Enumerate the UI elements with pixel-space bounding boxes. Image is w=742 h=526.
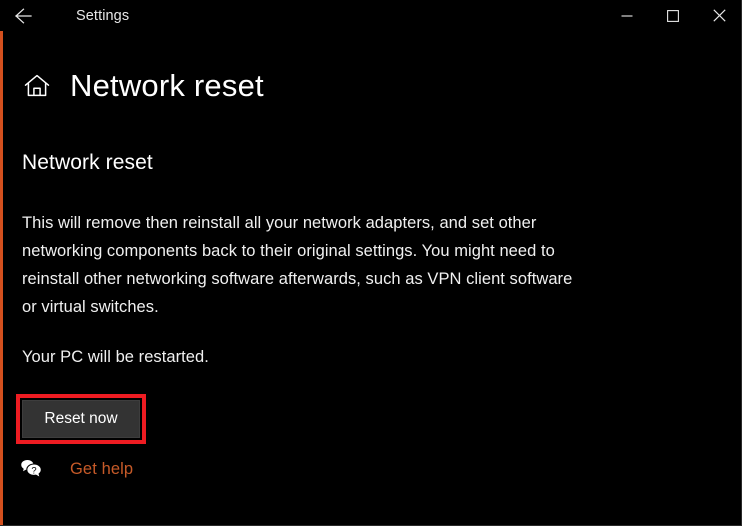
reset-now-button[interactable]: Reset now bbox=[22, 400, 140, 438]
maximize-icon bbox=[667, 9, 679, 22]
restart-note-text: Your PC will be restarted. bbox=[22, 348, 209, 367]
home-icon[interactable] bbox=[22, 71, 52, 101]
settings-window: Settings Network reset Network reset Thi… bbox=[0, 0, 742, 526]
left-accent-stripe bbox=[0, 31, 3, 525]
window-controls bbox=[604, 0, 741, 31]
main-content: Network reset This will remove then rein… bbox=[22, 150, 622, 371]
description-text: This will remove then reinstall all your… bbox=[22, 214, 573, 317]
svg-text:?: ? bbox=[31, 465, 36, 476]
help-bubble-icon: ? bbox=[18, 456, 44, 482]
back-arrow-icon bbox=[12, 5, 34, 27]
page-title: Network reset bbox=[70, 68, 264, 103]
close-icon bbox=[712, 9, 726, 22]
back-button[interactable] bbox=[0, 0, 46, 31]
page-header: Network reset bbox=[22, 70, 264, 101]
title-bar: Settings bbox=[0, 0, 741, 31]
get-help-label: Get help bbox=[70, 459, 134, 478]
close-button[interactable] bbox=[696, 0, 741, 31]
section-heading: Network reset bbox=[22, 151, 153, 174]
maximize-button[interactable] bbox=[650, 0, 696, 31]
minimize-icon bbox=[621, 10, 633, 22]
minimize-button[interactable] bbox=[604, 0, 650, 31]
get-help-link[interactable]: ? Get help bbox=[18, 456, 133, 482]
app-title: Settings bbox=[76, 7, 130, 24]
